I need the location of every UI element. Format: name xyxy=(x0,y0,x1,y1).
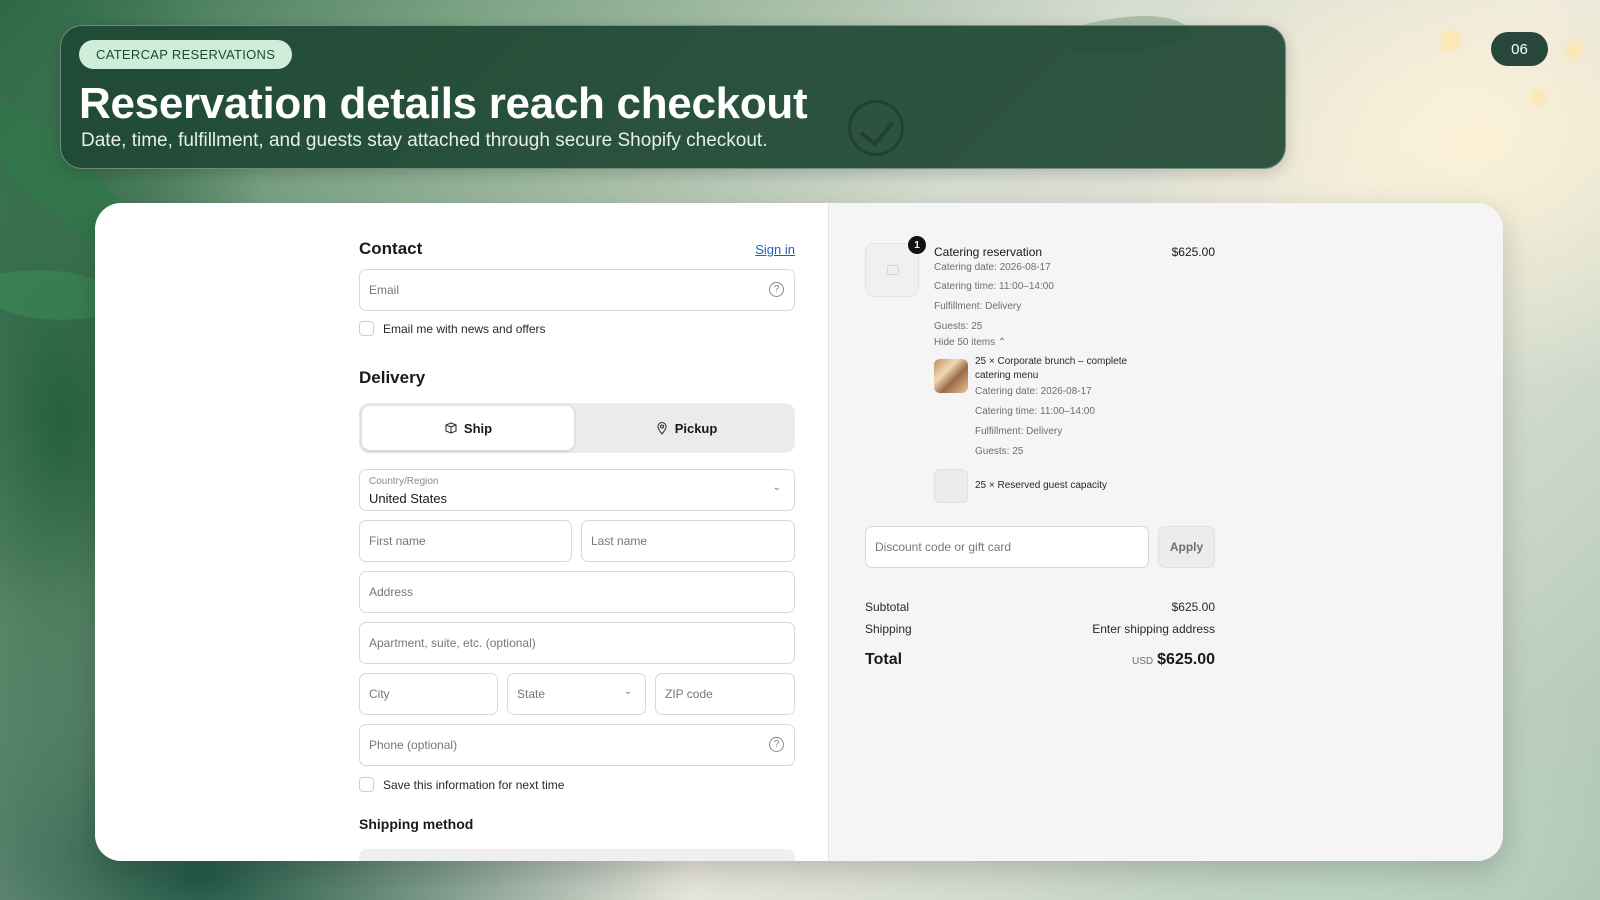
brand-badge: CATERCAP RESERVATIONS xyxy=(79,40,293,69)
pickup-option-label: Pickup xyxy=(674,420,718,436)
city-field[interactable]: City xyxy=(359,673,498,715)
subtotal-label: Subtotal xyxy=(865,600,910,614)
ship-option-button[interactable]: Ship xyxy=(362,406,574,450)
sub-item-meta: Catering date: 2026-08-17 xyxy=(975,386,1092,397)
apply-discount-button[interactable]: Apply xyxy=(1158,526,1215,568)
item-meta: Catering time: 11:00–14:00 xyxy=(934,281,1054,292)
box-icon xyxy=(445,422,457,434)
item-name: Catering reservation xyxy=(934,245,1043,259)
country-label: Country/Region xyxy=(369,476,439,487)
brunch-thumbnail xyxy=(934,359,968,393)
chevron-down-icon: ⌄ xyxy=(623,686,632,697)
last-name-field[interactable]: Last name xyxy=(581,520,795,562)
sub-item-name: 25 × Corporate brunch – complete caterin… xyxy=(975,356,1128,381)
slide-title: Reservation details reach checkout xyxy=(79,79,808,128)
city-placeholder: City xyxy=(369,687,390,701)
total-currency: USD xyxy=(1132,656,1154,667)
chevron-up-icon: ⌃ xyxy=(997,337,1007,348)
slide-header: CATERCAP RESERVATIONS Reservation detail… xyxy=(60,25,1286,169)
first-name-field[interactable]: First name xyxy=(359,520,572,562)
capacity-thumbnail xyxy=(934,469,968,503)
sub-item-meta: Fulfillment: Delivery xyxy=(975,426,1063,437)
news-checkbox-label: Email me with news and offers xyxy=(383,322,546,336)
hide-items-toggle[interactable]: Hide 50 items ⌃ xyxy=(934,337,1006,348)
sub-item-meta: Guests: 25 xyxy=(975,446,1024,457)
state-select[interactable]: State ⌄ xyxy=(507,673,646,715)
country-select[interactable]: Country/Region United States ⌄ xyxy=(359,469,795,511)
phone-placeholder: Phone (optional) xyxy=(369,738,458,752)
total-label: Total xyxy=(865,651,903,668)
quantity-badge: 1 xyxy=(908,236,926,254)
total-amount: USD $625.00 xyxy=(1132,651,1215,669)
first-name-placeholder: First name xyxy=(369,534,426,548)
email-field[interactable]: Email ? xyxy=(359,269,795,311)
save-info-label: Save this information for next time xyxy=(383,778,565,792)
hide-items-label: Hide 50 items xyxy=(934,337,996,348)
sign-in-link[interactable]: Sign in xyxy=(755,242,795,257)
address-placeholder: Address xyxy=(369,585,414,599)
delivery-method-toggle: Ship Pickup xyxy=(359,403,795,453)
shipping-value: Enter shipping address xyxy=(1092,622,1215,636)
item-meta: Fulfillment: Delivery xyxy=(934,301,1022,312)
background-bokeh xyxy=(1565,40,1583,58)
email-placeholder: Email xyxy=(369,283,400,297)
shipping-method-placeholder xyxy=(359,849,795,861)
sub-item-name: 25 × Reserved guest capacity xyxy=(975,480,1108,491)
chevron-down-icon: ⌄ xyxy=(772,482,781,493)
background-bokeh xyxy=(1530,90,1546,106)
save-info-checkbox[interactable] xyxy=(359,777,374,792)
news-checkbox[interactable] xyxy=(359,321,374,336)
total-value: $625.00 xyxy=(1157,651,1215,668)
location-pin-icon xyxy=(657,421,667,435)
state-placeholder: State xyxy=(517,687,546,701)
slide-subtitle: Date, time, fulfillment, and guests stay… xyxy=(81,130,768,151)
discount-code-field[interactable]: Discount code or gift card xyxy=(865,526,1149,568)
checkmark-icon xyxy=(848,100,904,156)
subtotal-value: $625.00 xyxy=(1171,600,1215,614)
last-name-placeholder: Last name xyxy=(591,534,648,548)
ship-option-label: Ship xyxy=(463,420,493,436)
background-bokeh xyxy=(1440,30,1462,52)
item-meta: Guests: 25 xyxy=(934,321,983,332)
sub-item-meta: Catering time: 11:00–14:00 xyxy=(975,406,1095,417)
item-meta: Catering date: 2026-08-17 xyxy=(934,262,1051,273)
address-field[interactable]: Address xyxy=(359,571,795,613)
checkout-screenshot: Contact Sign in Email ? Email me with ne… xyxy=(95,203,1503,861)
pickup-option-button[interactable]: Pickup xyxy=(580,406,792,450)
slide-number: 06 xyxy=(1491,32,1548,66)
order-summary-pane: 1 Catering reservation $625.00 Catering … xyxy=(828,203,1503,861)
apartment-placeholder: Apartment, suite, etc. (optional) xyxy=(369,636,536,650)
item-price: $625.00 xyxy=(1171,245,1215,259)
shipping-method-heading: Shipping method xyxy=(359,816,474,832)
image-placeholder-icon xyxy=(887,265,899,275)
apartment-field[interactable]: Apartment, suite, etc. (optional) xyxy=(359,622,795,664)
zip-field[interactable]: ZIP code xyxy=(655,673,795,715)
phone-field[interactable]: Phone (optional) ? xyxy=(359,724,795,766)
contact-heading: Contact xyxy=(359,239,423,258)
country-value: United States xyxy=(369,491,448,506)
discount-placeholder: Discount code or gift card xyxy=(875,540,1012,554)
help-icon[interactable]: ? xyxy=(769,282,784,297)
zip-placeholder: ZIP code xyxy=(665,687,713,701)
delivery-heading: Delivery xyxy=(359,368,426,387)
help-icon[interactable]: ? xyxy=(769,737,784,752)
shipping-label: Shipping xyxy=(865,622,912,636)
